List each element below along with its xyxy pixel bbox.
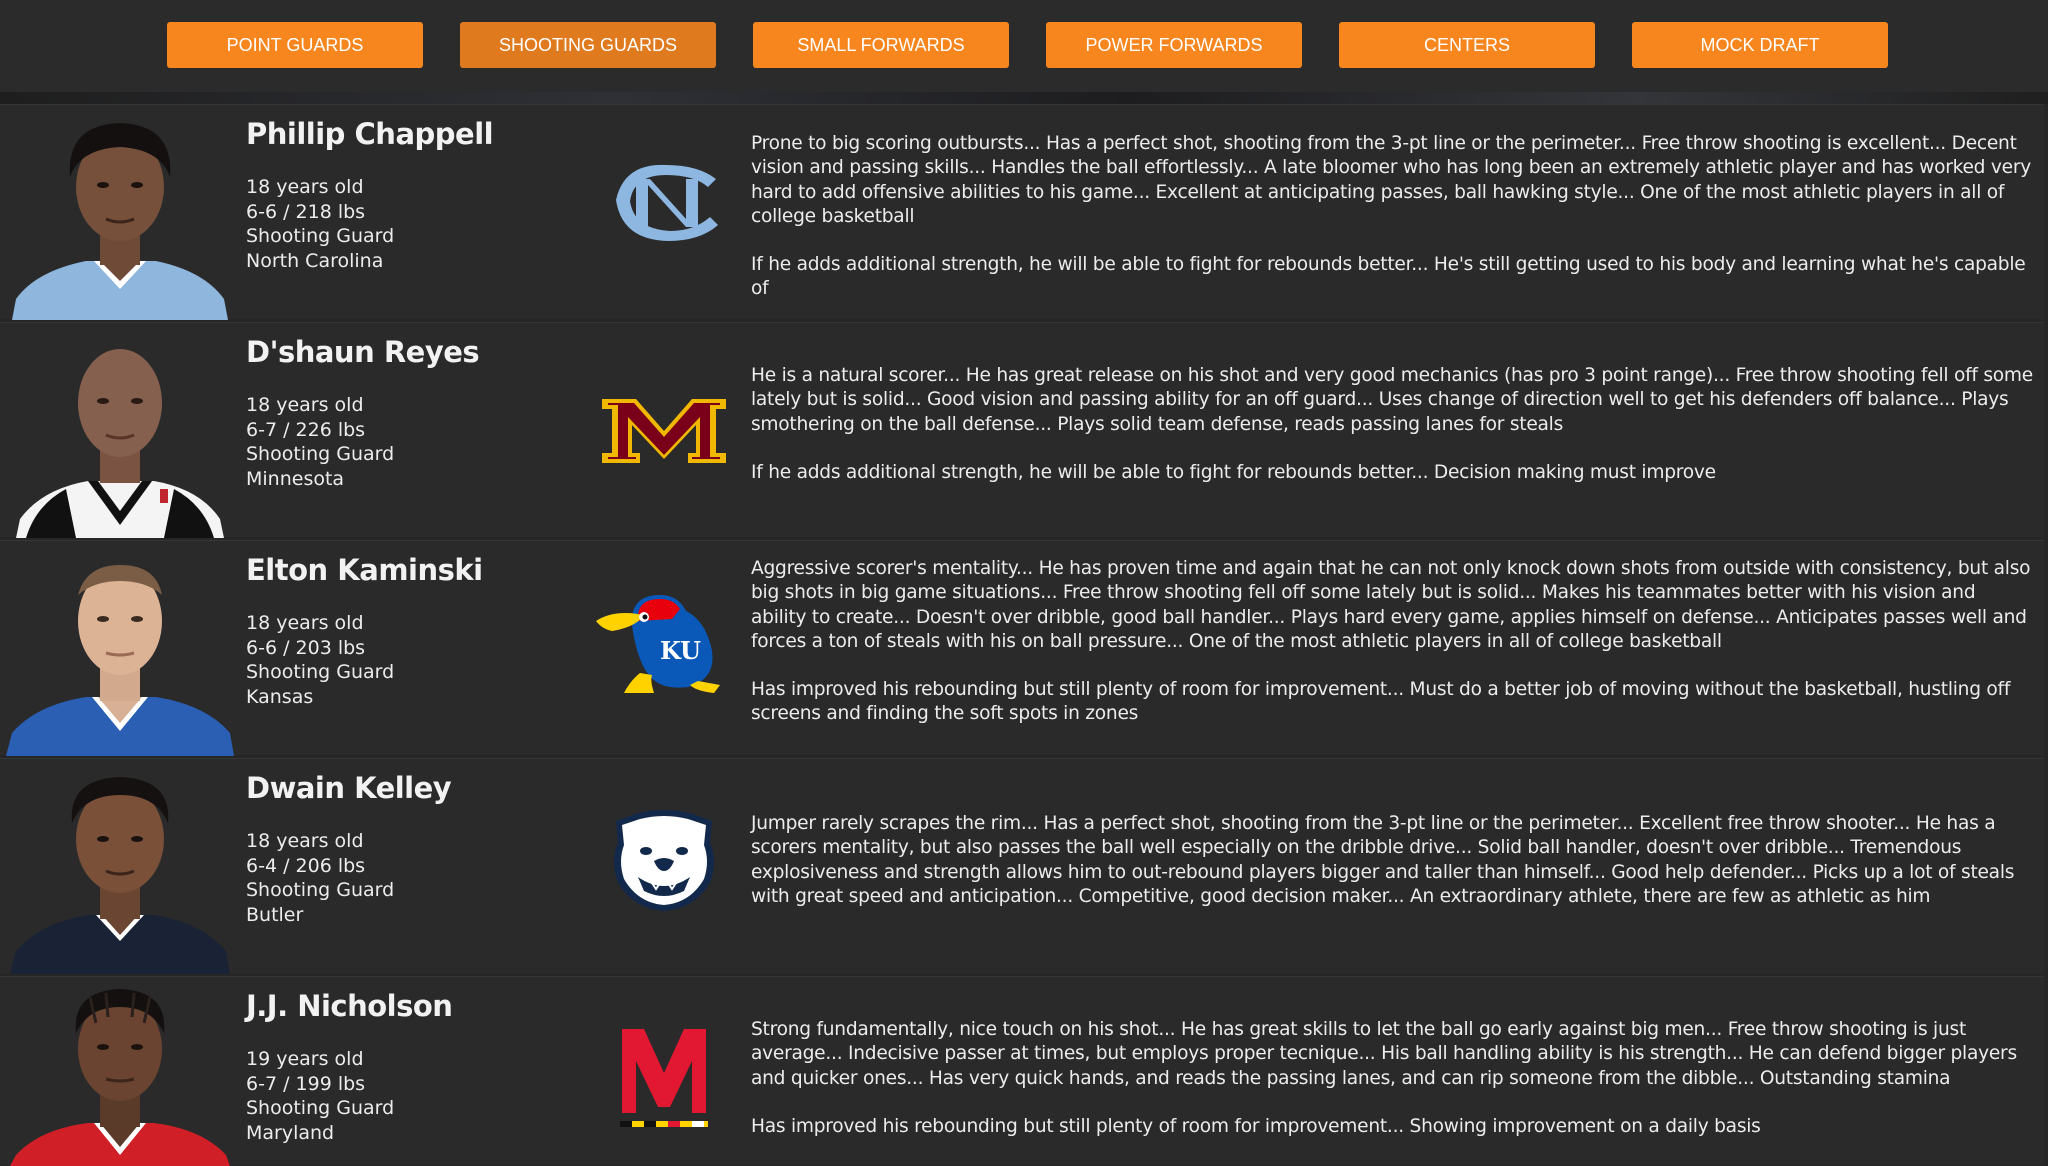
player-size: 6-4 / 206 lbs [246, 854, 366, 877]
player-school: North Carolina [246, 249, 384, 272]
nav-mock-draft-button[interactable]: MOCK DRAFT [1632, 22, 1888, 68]
nav-point-guards-button[interactable]: POINT GUARDS [167, 22, 423, 68]
player-school: Butler [246, 903, 304, 926]
player-info: 18 years old 6-7 / 226 lbs Shooting Guar… [246, 393, 394, 491]
player-card: Dwain Kelley 18 years old 6-4 / 206 lbs … [0, 758, 2044, 974]
nav-power-forwards-button[interactable]: POWER FORWARDS [1046, 22, 1302, 68]
minnesota-logo [594, 363, 734, 483]
player-info: 18 years old 6-6 / 218 lbs Shooting Guar… [246, 175, 394, 273]
scouting-report: Jumper rarely scrapes the rim... Has a p… [751, 812, 2033, 909]
player-size: 6-7 / 226 lbs [246, 418, 366, 441]
weaknesses-text: Has improved his rebounding but still pl… [751, 679, 2011, 725]
player-card: J.J. Nicholson 19 years old 6-7 / 199 lb… [0, 976, 2044, 1166]
strengths-text: Jumper rarely scrapes the rim... Has a p… [751, 813, 2015, 907]
strengths-text: Aggressive scorer's mentality... He has … [751, 558, 2031, 652]
player-name: Phillip Chappell [246, 117, 494, 151]
strengths-text: Prone to big scoring outbursts... Has a … [751, 133, 2031, 227]
ku-letters: KU [660, 636, 701, 665]
weaknesses-text: If he adds additional strength, he will … [751, 461, 1716, 483]
player-photo [6, 547, 234, 756]
scouting-report: Aggressive scorer's mentality... He has … [751, 557, 2033, 727]
player-size: 6-7 / 199 lbs [246, 1072, 366, 1095]
scouting-report: Strong fundamentally, nice touch on his … [751, 1018, 2033, 1139]
butler-bulldog-logo [594, 799, 734, 919]
player-photo [6, 765, 234, 974]
player-name: J.J. Nicholson [246, 989, 453, 1023]
player-info: 18 years old 6-4 / 206 lbs Shooting Guar… [246, 829, 394, 927]
player-position: Shooting Guard [246, 225, 395, 247]
player-position: Shooting Guard [246, 443, 395, 465]
player-name: Dwain Kelley [246, 771, 452, 805]
player-info: 18 years old 6-6 / 203 lbs Shooting Guar… [246, 611, 394, 709]
player-age: 18 years old [246, 612, 364, 634]
player-age: 19 years old [246, 1048, 364, 1070]
player-age: 18 years old [246, 176, 364, 198]
nav-small-forwards-button[interactable]: SMALL FORWARDS [753, 22, 1009, 68]
player-position: Shooting Guard [246, 661, 395, 683]
player-photo [6, 329, 234, 538]
player-card: Phillip Chappell 18 years old 6-6 / 218 … [0, 104, 2044, 320]
player-size: 6-6 / 218 lbs [246, 200, 366, 223]
scouting-report: Prone to big scoring outbursts... Has a … [751, 132, 2033, 302]
strengths-text: He is a natural scorer... He has great r… [751, 365, 2033, 435]
weaknesses-text: Has improved his rebounding but still pl… [751, 1115, 1761, 1137]
nav-centers-button[interactable]: CENTERS [1339, 22, 1595, 68]
player-name: D'shaun Reyes [246, 335, 480, 369]
header-divider [0, 92, 2048, 104]
player-age: 18 years old [246, 394, 364, 416]
player-card: Elton Kaminski 18 years old 6-6 / 203 lb… [0, 540, 2044, 756]
player-size: 6-6 / 203 lbs [246, 636, 366, 659]
player-age: 18 years old [246, 830, 364, 852]
player-position: Shooting Guard [246, 879, 395, 901]
player-position: Shooting Guard [246, 1097, 395, 1119]
position-nav-bar: POINT GUARDS SHOOTING GUARDS SMALL FORWA… [0, 0, 2048, 92]
player-photo [6, 983, 234, 1166]
maryland-logo [594, 1021, 734, 1141]
player-photo [6, 111, 234, 320]
north-carolina-logo [594, 145, 734, 265]
player-card: D'shaun Reyes 18 years old 6-7 / 226 lbs… [0, 322, 2044, 538]
weaknesses-text: If he adds additional strength, he will … [751, 254, 2026, 300]
player-school: Kansas [246, 685, 314, 708]
player-school: Minnesota [246, 467, 345, 490]
nav-shooting-guards-button[interactable]: SHOOTING GUARDS [460, 22, 716, 68]
player-name: Elton Kaminski [246, 553, 483, 587]
strengths-text: Strong fundamentally, nice touch on his … [751, 1019, 2017, 1089]
player-info: 19 years old 6-7 / 199 lbs Shooting Guar… [246, 1047, 394, 1145]
scouting-report: He is a natural scorer... He has great r… [751, 364, 2033, 485]
kansas-jayhawk-logo: KU [594, 581, 734, 701]
player-school: Maryland [246, 1121, 335, 1144]
